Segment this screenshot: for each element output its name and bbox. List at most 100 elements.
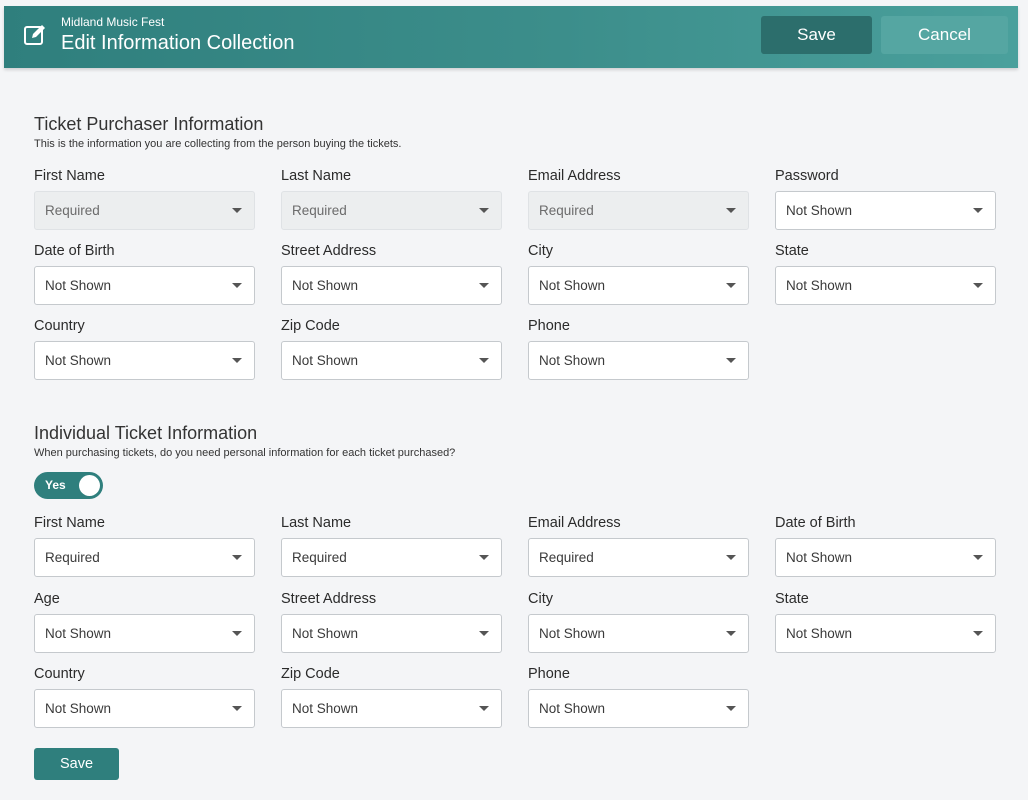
field-label: Last Name — [281, 515, 352, 531]
field-label: Email Address — [528, 515, 621, 531]
field-label: Age — [34, 591, 60, 607]
field-label: Phone — [528, 318, 570, 334]
caret-down-icon — [726, 208, 736, 213]
field-label: First Name — [34, 515, 105, 531]
select-value: Not Shown — [539, 626, 606, 641]
field-label: Country — [34, 318, 85, 334]
individual-section-title: Individual Ticket Information — [34, 423, 258, 443]
caret-down-icon — [726, 555, 736, 560]
footer-save-button[interactable]: Save — [34, 748, 119, 780]
select-value: Not Shown — [786, 203, 853, 218]
purchaser-email-select[interactable]: Required — [528, 191, 749, 230]
select-value: Not Shown — [539, 278, 606, 293]
field-label: City — [528, 591, 553, 607]
select-value: Not Shown — [786, 278, 853, 293]
caret-down-icon — [232, 283, 242, 288]
field-label: Last Name — [281, 168, 352, 184]
purchaser-password-field: Password Not Shown — [775, 166, 996, 230]
caret-down-icon — [973, 631, 983, 636]
select-value: Not Shown — [786, 626, 853, 641]
purchaser-last-name-field: Last Name Required — [281, 166, 502, 230]
field-label: Zip Code — [281, 318, 340, 334]
individual-city-field: City Not Shown — [528, 589, 749, 653]
purchaser-section-title: Ticket Purchaser Information — [34, 114, 264, 134]
field-label: Phone — [528, 666, 570, 682]
select-value: Not Shown — [45, 701, 112, 716]
individual-first-name-select[interactable]: Required — [34, 538, 255, 577]
purchaser-street-select[interactable]: Not Shown — [281, 266, 502, 305]
field-label: Zip Code — [281, 666, 340, 682]
individual-country-select[interactable]: Not Shown — [34, 689, 255, 728]
individual-email-select[interactable]: Required — [528, 538, 749, 577]
select-value: Required — [539, 203, 594, 218]
select-value: Required — [292, 203, 347, 218]
purchaser-phone-select[interactable]: Not Shown — [528, 341, 749, 380]
purchaser-first-name-select[interactable]: Required — [34, 191, 255, 230]
individual-zip-select[interactable]: Not Shown — [281, 689, 502, 728]
caret-down-icon — [479, 358, 489, 363]
caret-down-icon — [232, 358, 242, 363]
caret-down-icon — [726, 358, 736, 363]
toggle-label: Yes — [45, 478, 66, 492]
individual-phone-select[interactable]: Not Shown — [528, 689, 749, 728]
select-value: Not Shown — [786, 550, 853, 565]
individual-street-select[interactable]: Not Shown — [281, 614, 502, 653]
select-value: Not Shown — [292, 626, 359, 641]
app-name: Midland Music Fest — [61, 15, 165, 29]
header-save-button[interactable]: Save — [761, 16, 872, 54]
caret-down-icon — [973, 283, 983, 288]
individual-country-field: Country Not Shown — [34, 664, 255, 728]
select-value: Not Shown — [292, 278, 359, 293]
individual-phone-field: Phone Not Shown — [528, 664, 749, 728]
purchaser-country-select[interactable]: Not Shown — [34, 341, 255, 380]
purchaser-street-field: Street Address Not Shown — [281, 241, 502, 305]
select-value: Not Shown — [45, 278, 112, 293]
purchaser-email-field: Email Address Required — [528, 166, 749, 230]
individual-info-toggle[interactable]: Yes — [34, 472, 103, 499]
purchaser-dob-select[interactable]: Not Shown — [34, 266, 255, 305]
individual-last-name-field: Last Name Required — [281, 513, 502, 577]
edit-icon — [24, 25, 45, 45]
purchaser-first-name-field: First Name Required — [34, 166, 255, 230]
app-header: Midland Music Fest Edit Information Coll… — [4, 6, 1018, 68]
purchaser-zip-select[interactable]: Not Shown — [281, 341, 502, 380]
purchaser-state-select[interactable]: Not Shown — [775, 266, 996, 305]
individual-street-field: Street Address Not Shown — [281, 589, 502, 653]
purchaser-zip-field: Zip Code Not Shown — [281, 316, 502, 380]
purchaser-city-select[interactable]: Not Shown — [528, 266, 749, 305]
field-label: State — [775, 591, 809, 607]
caret-down-icon — [726, 706, 736, 711]
purchaser-country-field: Country Not Shown — [34, 316, 255, 380]
individual-state-field: State Not Shown — [775, 589, 996, 653]
individual-age-select[interactable]: Not Shown — [34, 614, 255, 653]
header-cancel-button[interactable]: Cancel — [881, 16, 1008, 54]
select-value: Required — [539, 550, 594, 565]
individual-email-field: Email Address Required — [528, 513, 749, 577]
caret-down-icon — [479, 208, 489, 213]
field-label: Password — [775, 168, 839, 184]
individual-state-select[interactable]: Not Shown — [775, 614, 996, 653]
field-label: City — [528, 243, 553, 259]
field-label: Country — [34, 666, 85, 682]
purchaser-last-name-select[interactable]: Required — [281, 191, 502, 230]
caret-down-icon — [479, 283, 489, 288]
individual-zip-field: Zip Code Not Shown — [281, 664, 502, 728]
purchaser-phone-field: Phone Not Shown — [528, 316, 749, 380]
page-title: Edit Information Collection — [61, 32, 295, 54]
purchaser-section-description: This is the information you are collecti… — [34, 138, 402, 150]
individual-last-name-select[interactable]: Required — [281, 538, 502, 577]
caret-down-icon — [726, 283, 736, 288]
caret-down-icon — [726, 631, 736, 636]
field-label: Street Address — [281, 243, 377, 259]
individual-city-select[interactable]: Not Shown — [528, 614, 749, 653]
individual-dob-select[interactable]: Not Shown — [775, 538, 996, 577]
select-value: Not Shown — [539, 353, 606, 368]
select-value: Required — [45, 203, 100, 218]
purchaser-password-select[interactable]: Not Shown — [775, 191, 996, 230]
purchaser-dob-field: Date of Birth Not Shown — [34, 241, 255, 305]
caret-down-icon — [479, 631, 489, 636]
select-value: Not Shown — [45, 626, 112, 641]
caret-down-icon — [232, 555, 242, 560]
caret-down-icon — [232, 208, 242, 213]
select-value: Not Shown — [292, 701, 359, 716]
